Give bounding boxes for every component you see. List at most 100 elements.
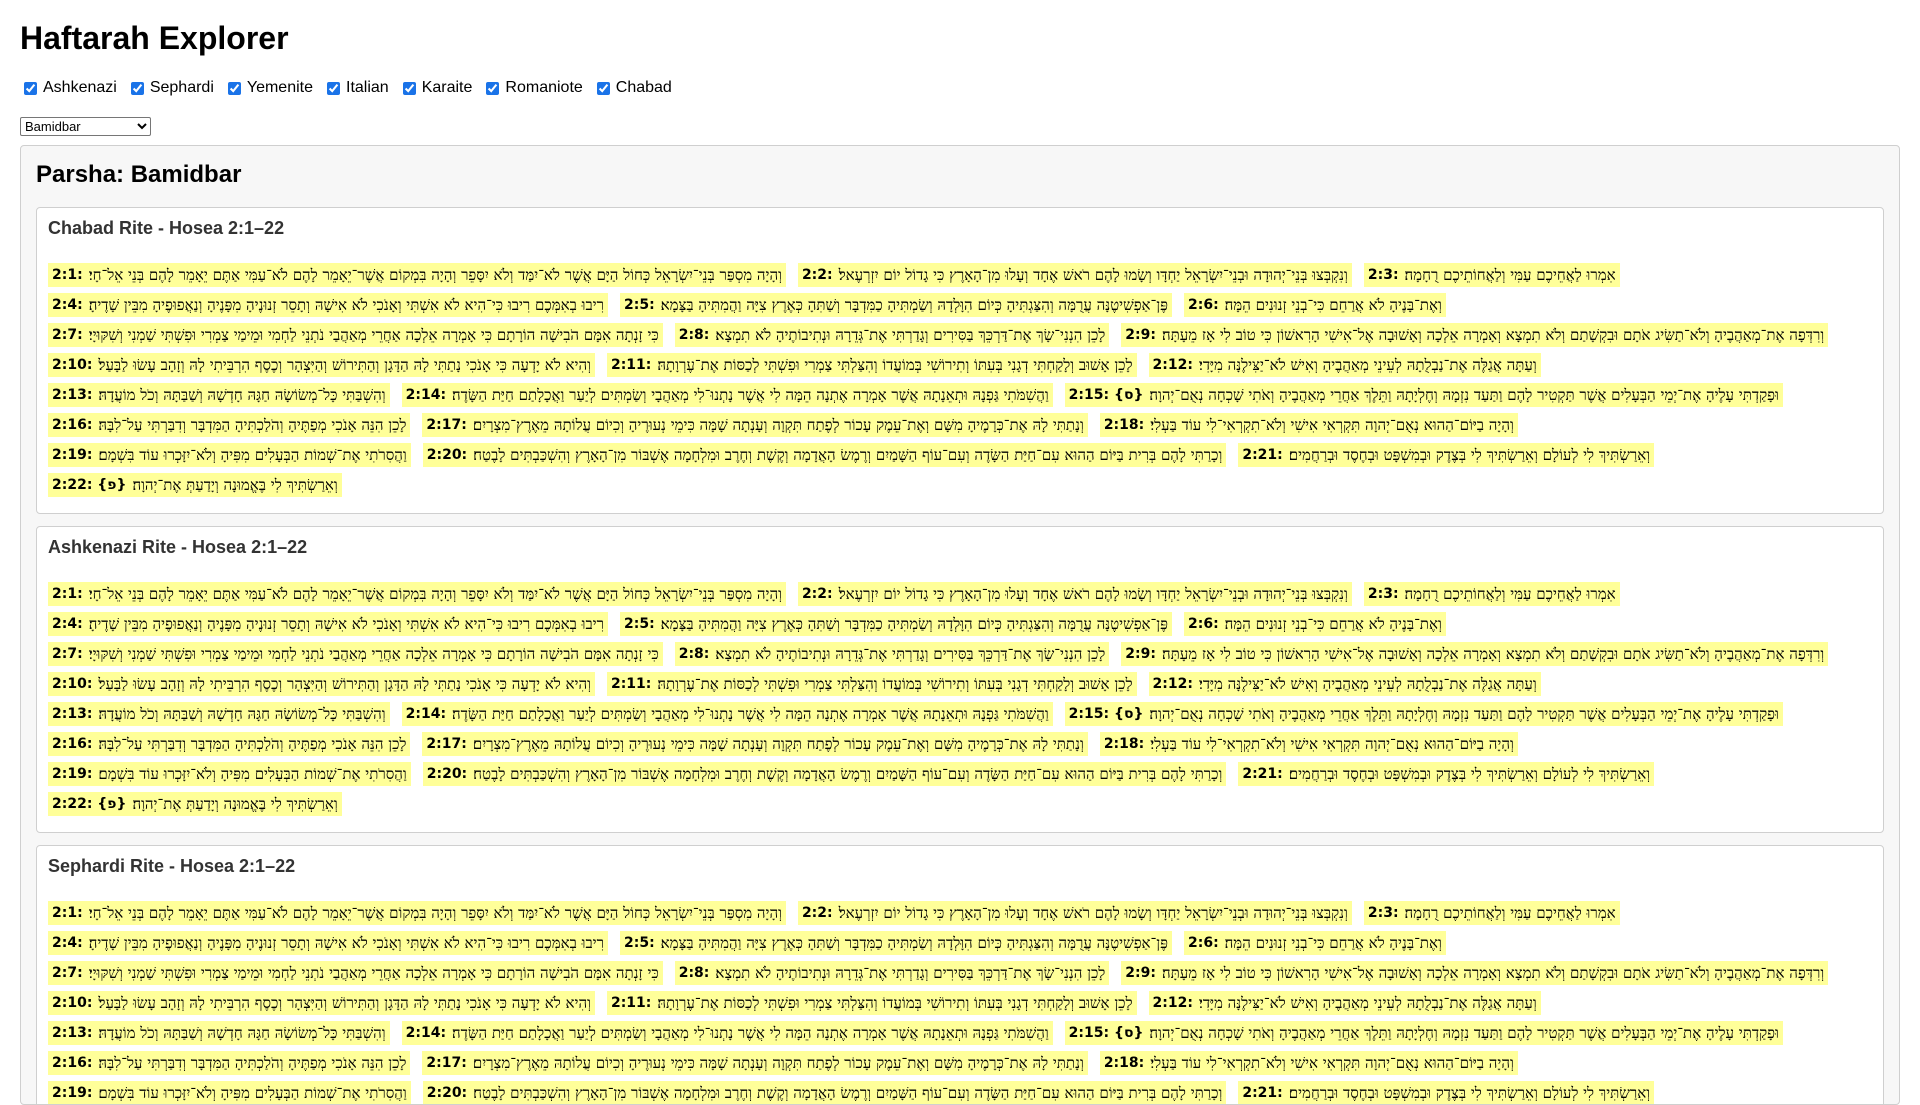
verse[interactable]: 2:15: {ס} וּפָקַדְתִּי עָלֶיהָ אֶת־יְמֵי … bbox=[1064, 702, 1783, 726]
verse-text: כִּי זָנְתָה אִמָּם הֹבִישָׁה הוֹרָתָם כ… bbox=[88, 964, 659, 982]
verse-ref: 2:22: {פ} bbox=[52, 477, 127, 493]
verse[interactable]: 2:19: וַהֲסִרֹתִי אֶת־שְׁמוֹת הַבְּעָלִים… bbox=[48, 443, 411, 467]
verse-ref: 2:20: bbox=[426, 447, 468, 463]
filter-checkbox[interactable] bbox=[227, 81, 241, 95]
verse[interactable]: 2:10: וְהִיא לֹא יָדְעָה כִּי אָנֹכִי נָת… bbox=[48, 353, 595, 377]
filter-chabad[interactable]: Chabad bbox=[593, 79, 672, 97]
verse[interactable]: 2:12: וְעַתָּה אֲגַלֶּה אֶת־נַבְלֻתָהּ לְ… bbox=[1148, 353, 1541, 377]
verse[interactable]: 2:11: לָכֵן אָשׁוּב וְלָקַחְתִּי דְגָנִי … bbox=[606, 991, 1137, 1015]
verse[interactable]: 2:4: רִיבוּ בְאִמְּכֶם רִיבוּ כִּי־הִיא ל… bbox=[48, 931, 608, 955]
verse[interactable]: 2:20: וְכָרַתִּי לָהֶם בְּרִית בַּיּוֹם ה… bbox=[422, 443, 1227, 467]
verse[interactable]: 2:8: לָכֵן הִנְנִי־שָׂךְ אֶת־דַּרְכֵּךְ ב… bbox=[674, 642, 1110, 666]
verse-ref: 2:19: bbox=[52, 447, 93, 463]
verse[interactable]: 2:20: וְכָרַתִּי לָהֶם בְּרִית בַּיּוֹם ה… bbox=[422, 762, 1227, 786]
verse[interactable]: 2:12: וְעַתָּה אֲגַלֶּה אֶת־נַבְלֻתָהּ לְ… bbox=[1148, 672, 1541, 696]
verse[interactable]: 2:17: וְנָתַתִּי לָהּ אֶת־כְּרָמֶיהָ מִשָ… bbox=[422, 732, 1088, 756]
verse[interactable]: 2:11: לָכֵן אָשׁוּב וְלָקַחְתִּי דְגָנִי … bbox=[606, 672, 1137, 696]
filter-checkbox[interactable] bbox=[24, 81, 37, 95]
verse[interactable]: 2:17: וְנָתַתִּי לָהּ אֶת־כְּרָמֶיהָ מִשָ… bbox=[422, 1051, 1088, 1075]
verse[interactable]: 2:14: וַהֲשִׁמֹּתִי גַּפְנָהּ וּתְאֵנָתָה… bbox=[401, 383, 1053, 407]
verse[interactable]: 2:4: רִיבוּ בְאִמְּכֶם רִיבוּ כִּי־הִיא ל… bbox=[48, 612, 608, 636]
verse-text: וַהֲסִרֹתִי אֶת־שְׁמוֹת הַבְּעָלִים מִפִ… bbox=[98, 765, 407, 783]
verse-text: וְרִדְּפָה אֶת־מְאַהֲבֶיהָ וְלֹא־תַשִּׂי… bbox=[1161, 645, 1825, 663]
verse[interactable]: 2:2: וְנִקְבְּצוּ בְּנֵי־יְהוּדָה וּבְנֵי… bbox=[797, 582, 1352, 606]
verse-ref: 2:12: bbox=[1152, 676, 1193, 692]
verse[interactable]: 2:13: וְהִשְׁבַּתִּי כָּל־מְשׂוֹשָׂהּ חַג… bbox=[48, 702, 390, 726]
verse-ref: 2:9: bbox=[1125, 327, 1156, 343]
verse[interactable]: 2:1: וְהָיָה מִסְפַּר בְּנֵי־יִשְׂרָאֵל כ… bbox=[48, 901, 786, 925]
verse[interactable]: 2:22: {פ} וְאֵרַשְׂתִּיךְ לִי בֶּאֱמוּנָה… bbox=[48, 792, 342, 816]
verse[interactable]: 2:10: וְהִיא לֹא יָדְעָה כִּי אָנֹכִי נָת… bbox=[48, 991, 595, 1015]
verse[interactable]: 2:7: כִּי זָנְתָה אִמָּם הֹבִישָׁה הוֹרָת… bbox=[48, 642, 663, 666]
verse-ref: 2:7: bbox=[52, 327, 83, 343]
filter-yemenite[interactable]: Yemenite bbox=[224, 79, 313, 97]
filter-karaite[interactable]: Karaite bbox=[399, 79, 472, 97]
page: Haftarah Explorer Ashkenazi Sephardi Yemen… bbox=[0, 20, 1920, 1105]
verse[interactable]: 2:5: פֶּן־אַפְשִׁיטֶנָּה עֲרֻמָּה וְהִצַּ… bbox=[619, 293, 1172, 317]
filter-ashkenazi[interactable]: Ashkenazi bbox=[20, 79, 117, 97]
verse[interactable]: 2:6: וְאֶת־בָּנֶיהָ לֹא אֲרַחֵם כִּי־בְנֵ… bbox=[1183, 612, 1446, 636]
verse[interactable]: 2:17: וְנָתַתִּי לָהּ אֶת־כְּרָמֶיהָ מִשָ… bbox=[422, 413, 1088, 437]
verse[interactable]: 2:7: כִּי זָנְתָה אִמָּם הֹבִישָׁה הוֹרָת… bbox=[48, 323, 663, 347]
verse-text: וְכָרַתִּי לָהֶם בְּרִית בַּיּוֹם הַהוּא… bbox=[473, 446, 1223, 464]
verse-list: 2:1: וְהָיָה מִסְפַּר בְּנֵי־יִשְׂרָאֵל כ… bbox=[48, 901, 1872, 1104]
filter-checkbox[interactable] bbox=[327, 81, 340, 95]
verse[interactable]: 2:11: לָכֵן אָשׁוּב וְלָקַחְתִּי דְגָנִי … bbox=[606, 353, 1137, 377]
verse[interactable]: 2:14: וַהֲשִׁמֹּתִי גַּפְנָהּ וּתְאֵנָתָה… bbox=[401, 1021, 1053, 1045]
filter-label: Yemenite bbox=[246, 79, 313, 96]
parsha-select[interactable]: Bamidbar bbox=[20, 117, 151, 136]
verse-text: וּפָקַדְתִּי עָלֶיהָ אֶת־יְמֵי הַבְּעָלִ… bbox=[1149, 386, 1779, 404]
verse-text: וְאֶת־בָּנֶיהָ לֹא אֲרַחֵם כִּי־בְנֵי זְ… bbox=[1224, 615, 1442, 633]
verse[interactable]: 2:9: וְרִדְּפָה אֶת־מְאַהֲבֶיהָ וְלֹא־תַש… bbox=[1121, 961, 1829, 985]
verse[interactable]: 2:21: וְאֵרַשְׂתִּיךְ לִי לְעוֹלָם וְאֵרַ… bbox=[1238, 1081, 1655, 1104]
verse[interactable]: 2:8: לָכֵן הִנְנִי־שָׂךְ אֶת־דַּרְכֵּךְ ב… bbox=[674, 961, 1110, 985]
filter-checkbox[interactable] bbox=[596, 81, 610, 95]
verse[interactable]: 2:3: אִמְרוּ לַאֲחֵיכֶם עַמִּי וְלַאֲחוֹת… bbox=[1363, 582, 1620, 606]
verse[interactable]: 2:15: {ס} וּפָקַדְתִּי עָלֶיהָ אֶת־יְמֵי … bbox=[1064, 383, 1783, 407]
verse[interactable]: 2:21: וְאֵרַשְׂתִּיךְ לִי לְעוֹלָם וְאֵרַ… bbox=[1238, 443, 1655, 467]
verse[interactable]: 2:5: פֶּן־אַפְשִׁיטֶנָּה עֲרֻמָּה וְהִצַּ… bbox=[619, 612, 1172, 636]
filter-checkbox[interactable] bbox=[130, 81, 144, 95]
verse[interactable]: 2:1: וְהָיָה מִסְפַּר בְּנֵי־יִשְׂרָאֵל כ… bbox=[48, 263, 786, 287]
verse[interactable]: 2:9: וְרִדְּפָה אֶת־מְאַהֲבֶיהָ וְלֹא־תַש… bbox=[1121, 642, 1829, 666]
filter-checkbox[interactable] bbox=[486, 81, 500, 95]
verse[interactable]: 2:8: לָכֵן הִנְנִי־שָׂךְ אֶת־דַּרְכֵּךְ ב… bbox=[674, 323, 1110, 347]
verse-ref: 2:18: bbox=[1103, 1055, 1145, 1071]
verse[interactable]: 2:12: וְעַתָּה אֲגַלֶּה אֶת־נַבְלֻתָהּ לְ… bbox=[1148, 991, 1541, 1015]
verse[interactable]: 2:14: וַהֲשִׁמֹּתִי גַּפְנָהּ וּתְאֵנָתָה… bbox=[401, 702, 1053, 726]
verse[interactable]: 2:13: וְהִשְׁבַּתִּי כָּל־מְשׂוֹשָׂהּ חַג… bbox=[48, 383, 390, 407]
verse[interactable]: 2:3: אִמְרוּ לַאֲחֵיכֶם עַמִּי וְלַאֲחוֹת… bbox=[1363, 263, 1620, 287]
verse[interactable]: 2:1: וְהָיָה מִסְפַּר בְּנֵי־יִשְׂרָאֵל כ… bbox=[48, 582, 786, 606]
verse[interactable]: 2:7: כִּי זָנְתָה אִמָּם הֹבִישָׁה הוֹרָת… bbox=[48, 961, 663, 985]
verse[interactable]: 2:19: וַהֲסִרֹתִי אֶת־שְׁמוֹת הַבְּעָלִים… bbox=[48, 1081, 411, 1104]
verse-list: 2:1: וְהָיָה מִסְפַּר בְּנֵי־יִשְׂרָאֵל כ… bbox=[48, 263, 1872, 503]
verse-text: וְעַתָּה אֲגַלֶּה אֶת־נַבְלֻתָהּ לְעֵינֵ… bbox=[1198, 356, 1537, 374]
verse[interactable]: 2:15: {ס} וּפָקַדְתִּי עָלֶיהָ אֶת־יְמֵי … bbox=[1064, 1021, 1783, 1045]
verse[interactable]: 2:18: וְהָיָה בַיּוֹם־הַהוּא נְאֻם־יְהוָה… bbox=[1099, 732, 1518, 756]
verse[interactable]: 2:18: וְהָיָה בַיּוֹם־הַהוּא נְאֻם־יְהוָה… bbox=[1099, 1051, 1518, 1075]
filter-checkbox[interactable] bbox=[402, 81, 416, 95]
verse[interactable]: 2:4: רִיבוּ בְאִמְּכֶם רִיבוּ כִּי־הִיא ל… bbox=[48, 293, 608, 317]
verse[interactable]: 2:20: וְכָרַתִּי לָהֶם בְּרִית בַּיּוֹם ה… bbox=[422, 1081, 1227, 1104]
verse[interactable]: 2:9: וְרִדְּפָה אֶת־מְאַהֲבֶיהָ וְלֹא־תַש… bbox=[1121, 323, 1829, 347]
verse[interactable]: 2:16: לָכֵן הִנֵּה אָנֹכִי מְפַתֶּיהָ וְה… bbox=[48, 1051, 411, 1075]
filter-sephardi[interactable]: Sephardi bbox=[127, 79, 214, 97]
verse[interactable]: 2:10: וְהִיא לֹא יָדְעָה כִּי אָנֹכִי נָת… bbox=[48, 672, 595, 696]
verse[interactable]: 2:16: לָכֵן הִנֵּה אָנֹכִי מְפַתֶּיהָ וְה… bbox=[48, 413, 411, 437]
verse-text: וּפָקַדְתִּי עָלֶיהָ אֶת־יְמֵי הַבְּעָלִ… bbox=[1149, 705, 1779, 723]
verse-ref: 2:6: bbox=[1187, 297, 1219, 313]
verse[interactable]: 2:16: לָכֵן הִנֵּה אָנֹכִי מְפַתֶּיהָ וְה… bbox=[48, 732, 411, 756]
verse[interactable]: 2:19: וַהֲסִרֹתִי אֶת־שְׁמוֹת הַבְּעָלִים… bbox=[48, 762, 411, 786]
filter-italian[interactable]: Italian bbox=[323, 79, 389, 97]
verse[interactable]: 2:3: אִמְרוּ לַאֲחֵיכֶם עַמִּי וְלַאֲחוֹת… bbox=[1363, 901, 1620, 925]
verse[interactable]: 2:18: וְהָיָה בַיּוֹם־הַהוּא נְאֻם־יְהוָה… bbox=[1099, 413, 1518, 437]
verse[interactable]: 2:5: פֶּן־אַפְשִׁיטֶנָּה עֲרֻמָּה וְהִצַּ… bbox=[619, 931, 1172, 955]
verse[interactable]: 2:22: {פ} וְאֵרַשְׂתִּיךְ לִי בֶּאֱמוּנָה… bbox=[48, 473, 342, 497]
verse[interactable]: 2:6: וְאֶת־בָּנֶיהָ לֹא אֲרַחֵם כִּי־בְנֵ… bbox=[1183, 293, 1446, 317]
verse[interactable]: 2:2: וְנִקְבְּצוּ בְּנֵי־יְהוּדָה וּבְנֵי… bbox=[797, 901, 1352, 925]
filter-romaniote[interactable]: Romaniote bbox=[482, 79, 583, 97]
verse[interactable]: 2:21: וְאֵרַשְׂתִּיךְ לִי לְעוֹלָם וְאֵרַ… bbox=[1238, 762, 1655, 786]
verse[interactable]: 2:13: וְהִשְׁבַּתִּי כָּל־מְשׂוֹשָׂהּ חַג… bbox=[48, 1021, 390, 1045]
verse[interactable]: 2:2: וְנִקְבְּצוּ בְּנֵי־יְהוּדָה וּבְנֵי… bbox=[797, 263, 1352, 287]
verse[interactable]: 2:6: וְאֶת־בָּנֶיהָ לֹא אֲרַחֵם כִּי־בְנֵ… bbox=[1183, 931, 1446, 955]
